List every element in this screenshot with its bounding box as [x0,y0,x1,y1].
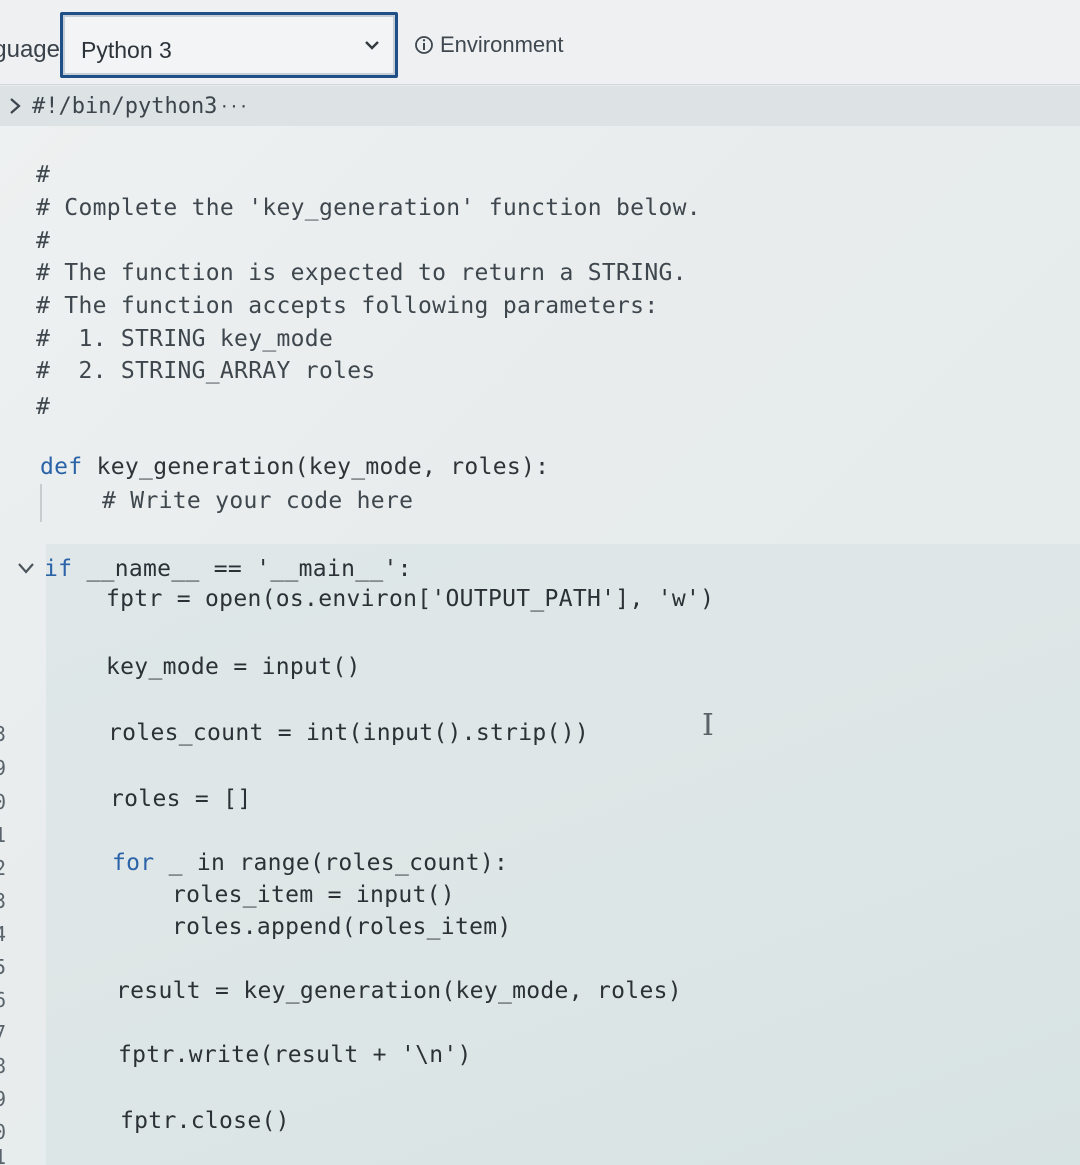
code-comment: # [36,394,51,420]
code-line: fptr.close() [120,1108,290,1134]
language-select[interactable]: Python 3 [60,12,398,78]
language-label: Language [0,36,60,63]
line-number: 1 [0,823,7,847]
indent-guide [40,484,42,522]
chevron-down-icon[interactable] [16,560,36,576]
code-comment: # 2. STRING_ARRAY roles [36,358,376,384]
line-number: 5 [0,955,7,979]
code-editor[interactable]: 3 9 0 1 2 3 4 5 6 7 8 9 0 1 # # Complete… [0,126,1080,1165]
code-line: roles = [] [110,786,252,812]
code-line: fptr = open(os.environ['OUTPUT_PATH'], '… [106,586,715,612]
line-number: 3 [0,722,7,746]
info-icon [415,36,433,54]
code-line: roles.append(roles_item) [172,914,512,940]
line-number: 9 [0,1087,7,1111]
code-line-for: for _ in range(roles_count): [112,850,508,876]
code-comment: # The function is expected to return a S… [36,260,687,286]
keyword-for: for [112,850,155,876]
code-line: fptr.write(result + '\n') [118,1042,472,1068]
code-line: roles_item = input() [172,882,455,908]
line-number: 0 [0,790,7,814]
environment-link[interactable]: Environment [414,30,564,60]
editor-toolbar: Language Python 3 Environment [0,0,1080,85]
line-number: 9 [0,756,7,780]
line-number: 4 [0,922,7,946]
line-number: 1 [0,1145,7,1165]
line-number: 7 [0,1021,7,1045]
code-line: key_mode = input() [106,654,361,680]
for-rest: _ in range(roles_count): [154,850,509,876]
code-line-if: if __name__ == '__main__': [44,556,412,582]
code-comment: # [36,162,51,188]
collapsed-code-region[interactable]: #!/bin/python3 ··· [0,86,1080,126]
code-line: result = key_generation(key_mode, roles) [116,978,682,1004]
line-number: 6 [0,988,7,1012]
code-comment: # [36,228,51,254]
line-number: 0 [0,1120,7,1144]
code-comment: # Write your code here [102,488,414,514]
code-comment: # The function accepts following paramet… [36,293,659,319]
line-number: 8 [0,1054,7,1078]
line-number: 2 [0,856,7,880]
line-number: 3 [0,889,7,913]
chevron-down-icon [365,41,379,50]
collapsed-ellipsis[interactable]: ··· [219,97,248,116]
code-line-def: def key_generation(key_mode, roles): [40,454,549,480]
code-comment: # 1. STRING key_mode [36,326,334,352]
function-signature: key_generation(key_mode, roles): [82,454,550,480]
collapsed-code-text: #!/bin/python3 [32,93,218,119]
environment-label: Environment [440,32,564,57]
line-number-gutter: 3 9 0 1 2 3 4 5 6 7 8 9 0 1 [0,126,40,1165]
keyword-if: if [44,556,73,582]
keyword-def: def [40,454,83,480]
code-comment: # Complete the 'key_generation' function… [36,195,701,221]
language-selected-value: Python 3 [81,37,172,63]
ibeam-cursor-icon: I [702,708,714,743]
if-condition: __name__ == '__main__': [72,556,412,582]
code-line: roles_count = int(input().strip()) [108,720,590,746]
chevron-right-icon[interactable] [8,96,22,116]
